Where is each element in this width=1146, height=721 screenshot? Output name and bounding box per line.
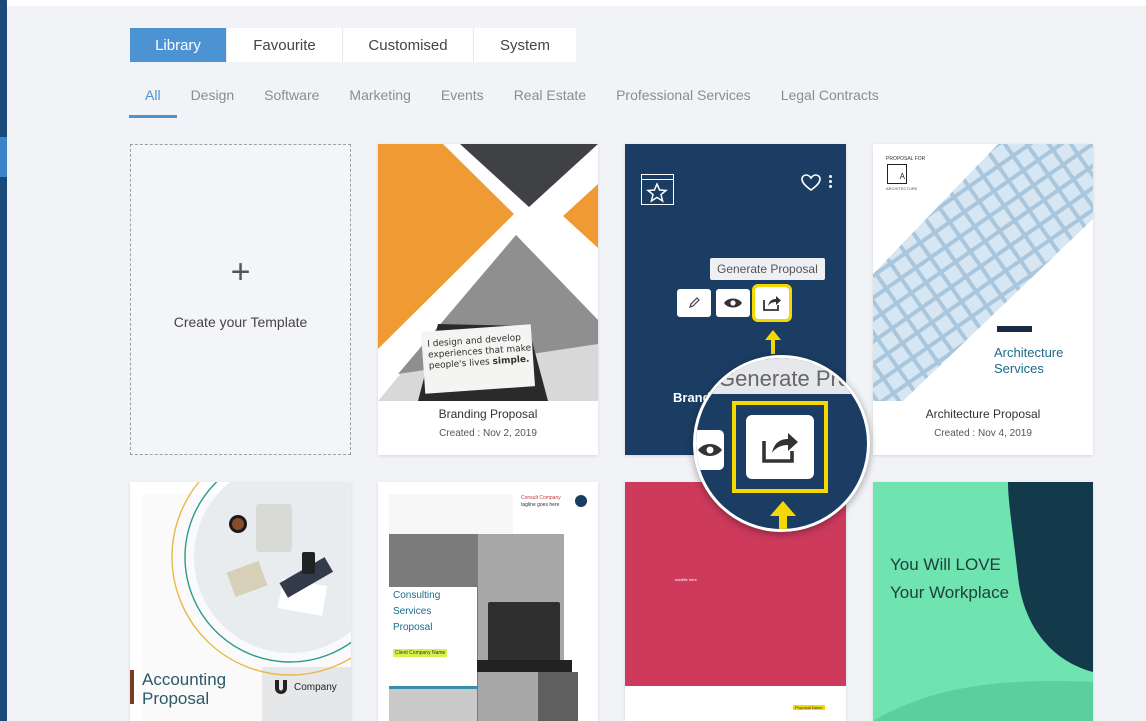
category-tab-design[interactable]: Design bbox=[191, 80, 235, 116]
template-card-architecture[interactable]: PROPOSAL FOR A ARCHITECTURE Architecture… bbox=[873, 144, 1093, 455]
preview-template-button[interactable] bbox=[716, 289, 750, 317]
crimson-proposal-name: Proposal Name bbox=[793, 705, 825, 710]
category-tab-marketing[interactable]: Marketing bbox=[349, 80, 410, 116]
template-card-workplace[interactable]: You Will LOVE Your Workplace bbox=[873, 482, 1093, 721]
pencil-icon bbox=[689, 297, 700, 308]
template-thumbnail: PROPOSAL FOR A ARCHITECTURE Architecture… bbox=[873, 144, 1093, 401]
consult-company-label: Consult Company bbox=[521, 495, 561, 501]
category-tab-real-estate[interactable]: Real Estate bbox=[514, 80, 586, 116]
architecture-heading: Architecture Services bbox=[994, 345, 1064, 376]
template-card-branding[interactable]: I design and develop experiences that ma… bbox=[378, 144, 598, 455]
yellow-arrow-icon bbox=[770, 501, 796, 529]
category-tab-events[interactable]: Events bbox=[441, 80, 484, 116]
architecture-logo-sub: ARCHITECTURE bbox=[886, 186, 918, 191]
template-date: Created : Nov 2, 2019 bbox=[439, 428, 537, 439]
eye-icon bbox=[724, 298, 742, 308]
app-sidebar-strip bbox=[0, 0, 7, 721]
magnified-share-button bbox=[746, 415, 814, 479]
company-logo: Company bbox=[272, 678, 337, 696]
client-company-badge: Client Company Name bbox=[393, 649, 448, 657]
yellow-arrow-icon bbox=[765, 330, 781, 354]
sidebar-active-indicator bbox=[0, 137, 7, 177]
company-u-icon bbox=[275, 680, 287, 694]
template-thumbnail: I design and develop experiences that ma… bbox=[378, 144, 598, 401]
top-bar bbox=[7, 0, 1146, 6]
template-card-consulting[interactable]: Consult Company tagline goes here Consul… bbox=[378, 482, 598, 721]
heart-icon[interactable] bbox=[801, 174, 821, 192]
template-title: Branding Proposal bbox=[438, 407, 538, 421]
create-template-card[interactable]: + Create your Template bbox=[130, 144, 351, 455]
magnifier-callout: Generate Prop bbox=[693, 355, 870, 532]
consulting-heading: Consulting Services Proposal bbox=[393, 590, 441, 633]
eye-icon bbox=[698, 444, 722, 456]
edit-template-button[interactable] bbox=[677, 289, 711, 317]
star-icon bbox=[641, 174, 674, 205]
magnified-tooltip: Generate Prop bbox=[696, 358, 867, 394]
consult-tagline: tagline goes here bbox=[521, 502, 560, 508]
generate-proposal-button[interactable] bbox=[752, 284, 792, 322]
plus-icon: + bbox=[230, 253, 251, 291]
heading-accent-bar bbox=[997, 326, 1032, 332]
architecture-logo: A bbox=[887, 164, 907, 184]
category-tabs: All Design Software Marketing Events Rea… bbox=[129, 80, 909, 118]
template-title: Architecture Proposal bbox=[925, 407, 1041, 421]
category-tab-professional-services[interactable]: Professional Services bbox=[616, 80, 751, 116]
proposal-for-label: PROPOSAL FOR bbox=[886, 156, 926, 162]
filter-tabs: Library Favourite Customised System bbox=[130, 28, 576, 62]
magnified-eye-button bbox=[696, 430, 724, 470]
generate-proposal-tooltip: Generate Proposal bbox=[710, 258, 825, 280]
crimson-subtitle: subtitle here bbox=[675, 577, 697, 582]
more-menu-icon[interactable] bbox=[829, 175, 833, 191]
magnified-highlight-frame bbox=[732, 401, 828, 493]
create-template-label: Create your Template bbox=[173, 314, 308, 330]
share-icon bbox=[762, 433, 798, 463]
accounting-heading: Accounting Proposal bbox=[142, 670, 227, 708]
template-date: Created : Nov 4, 2019 bbox=[934, 428, 1032, 439]
category-tab-legal-contracts[interactable]: Legal Contracts bbox=[781, 80, 879, 116]
workplace-heading: You Will LOVE Your Workplace bbox=[890, 555, 1010, 602]
tab-customised[interactable]: Customised bbox=[343, 28, 474, 62]
tab-favourite[interactable]: Favourite bbox=[227, 28, 343, 62]
tab-library[interactable]: Library bbox=[130, 28, 227, 62]
category-tab-all[interactable]: All bbox=[129, 80, 177, 118]
category-tab-software[interactable]: Software bbox=[264, 80, 319, 116]
template-card-accounting[interactable]: Accounting Proposal Company bbox=[130, 482, 351, 721]
share-icon bbox=[763, 296, 781, 311]
tab-system[interactable]: System bbox=[474, 28, 576, 62]
